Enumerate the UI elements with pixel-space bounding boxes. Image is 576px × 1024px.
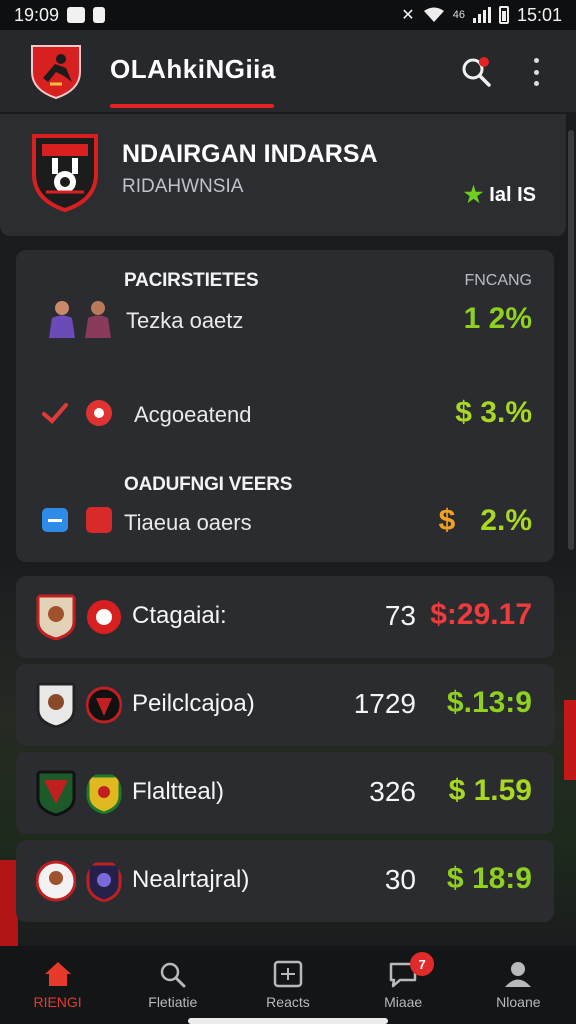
nav-search[interactable]: Fletiatie: [118, 960, 228, 1010]
nav-label: RIENGI: [33, 994, 82, 1010]
status-time-right: 15:01: [516, 4, 562, 25]
odds-label: Acgoeatend: [134, 402, 252, 427]
player-avatar-icon: [49, 301, 75, 338]
team-crest-icon: [86, 862, 122, 902]
profile-icon: [505, 962, 532, 987]
star-icon: ★: [463, 182, 484, 207]
player-avatar-icon: [85, 301, 111, 338]
status-bar: 19:09 ✕ 46 15:01: [0, 0, 576, 30]
match-row[interactable]: Peilclcajoa) 1729 $.13:9: [16, 664, 554, 746]
team-crest-icon: [36, 770, 76, 816]
match-row[interactable]: Ctagaiai: 73 $:29.17: [16, 576, 554, 658]
section-title-1: PACIRSTIETES: [124, 270, 259, 291]
match-name: Ctagaiai:: [132, 602, 227, 629]
nav-label: Miaae: [384, 994, 423, 1010]
match-count: 1729: [353, 688, 416, 719]
odds-value: $ 2.%: [439, 504, 532, 538]
status-time: 19:09: [14, 4, 60, 25]
home-icon: [44, 962, 71, 986]
status-right: ✕ 46 15:01: [401, 5, 562, 26]
odds-panel: PACIRSTIETES FNCANG Tezka oaetz 1 2% Acg…: [16, 250, 554, 562]
sim-notification-icon: [93, 7, 106, 23]
team-crest-icon: [87, 600, 121, 634]
battery-icon: [498, 6, 509, 24]
odds-number: 2.%: [463, 504, 532, 537]
check-icon: [42, 403, 68, 424]
nav-label: Fletiatie: [148, 994, 198, 1010]
nav-home[interactable]: RIENGI: [3, 960, 113, 1010]
team-crest-icon: [86, 774, 122, 814]
match-price: $:29.17: [430, 598, 532, 631]
team-rating[interactable]: ★ Ial IS: [464, 182, 536, 208]
match-row[interactable]: Nealrtajral) 30 $ 18:9: [16, 840, 554, 922]
club-logo-icon[interactable]: [30, 42, 82, 100]
red-record-icon: [86, 400, 112, 426]
match-name: Peilclcajoa): [132, 690, 255, 717]
match-row[interactable]: Flaltteal) 326 $ 1.59: [16, 752, 554, 834]
match-count: 326: [369, 776, 416, 807]
scoreboard-icon: [273, 960, 303, 988]
background-red-player: [564, 700, 576, 780]
match-price: $.13:9: [446, 686, 532, 719]
match-name: Flaltteal): [132, 778, 225, 805]
odds-label: Tezka oaetz: [126, 308, 244, 333]
search-icon: [160, 962, 186, 988]
nav-scores[interactable]: Reacts: [233, 960, 343, 1010]
odds-label: Tiaeua oaers: [124, 510, 252, 535]
team-name: NDAIRGAN INDARSA: [122, 140, 378, 168]
odds-value: 1 2%: [463, 302, 532, 335]
app-header: OLAhkiNGiia: [0, 30, 576, 112]
scrollbar[interactable]: [568, 130, 574, 550]
team-card[interactable]: NDAIRGAN INDARSA RIDAHWNSIA ★ Ial IS: [0, 114, 566, 236]
odds-row[interactable]: Acgoeatend $ 3.%: [16, 384, 554, 444]
match-name: Nealrtajral): [132, 866, 250, 893]
more-options-button[interactable]: [528, 54, 544, 90]
flag-icon: [42, 508, 68, 532]
app-title: OLAhkiNGiia: [110, 54, 276, 84]
match-count: 30: [384, 864, 416, 895]
app-notification-icon: [67, 7, 86, 23]
team-badge-icon: [86, 507, 112, 533]
match-price: $ 1.59: [448, 774, 532, 807]
team-crest-icon: [32, 134, 98, 212]
network-type: 46: [452, 9, 465, 21]
notification-badge: 7: [410, 952, 435, 976]
search-button[interactable]: [458, 54, 494, 90]
odds-value: $ 3.%: [455, 396, 532, 429]
nav-label: Reacts: [266, 994, 310, 1010]
status-left: 19:09: [14, 4, 106, 26]
home-indicator[interactable]: [188, 1018, 388, 1024]
nfc-icon: ✕: [401, 7, 415, 24]
odds-row[interactable]: Tezka oaetz 1 2%: [16, 290, 554, 350]
title-underline: [110, 104, 274, 108]
team-crest-icon: [86, 686, 122, 724]
nav-profile[interactable]: Nloane: [463, 960, 573, 1010]
match-count: 73: [384, 600, 416, 631]
nav-label: Nloane: [496, 994, 541, 1010]
nav-messages[interactable]: 7 Miaae: [348, 952, 458, 1010]
signal-icon: [472, 7, 491, 23]
team-crest-icon: [36, 860, 76, 902]
column-header: FNCANG: [464, 272, 532, 289]
wifi-icon: [423, 7, 444, 22]
team-rating-text: Ial IS: [489, 183, 536, 206]
match-price: $ 18:9: [446, 862, 532, 895]
team-crest-icon: [36, 682, 76, 728]
team-subtitle: RIDAHWNSIA: [122, 176, 244, 197]
dollar-sign: $: [438, 504, 456, 537]
bottom-navigation: RIENGI Fletiatie Reacts 7 Miaae Nloane: [0, 946, 576, 1024]
team-crest-icon: [36, 594, 76, 640]
odds-row[interactable]: Tiaeua oaers $ 2.%: [16, 490, 554, 550]
